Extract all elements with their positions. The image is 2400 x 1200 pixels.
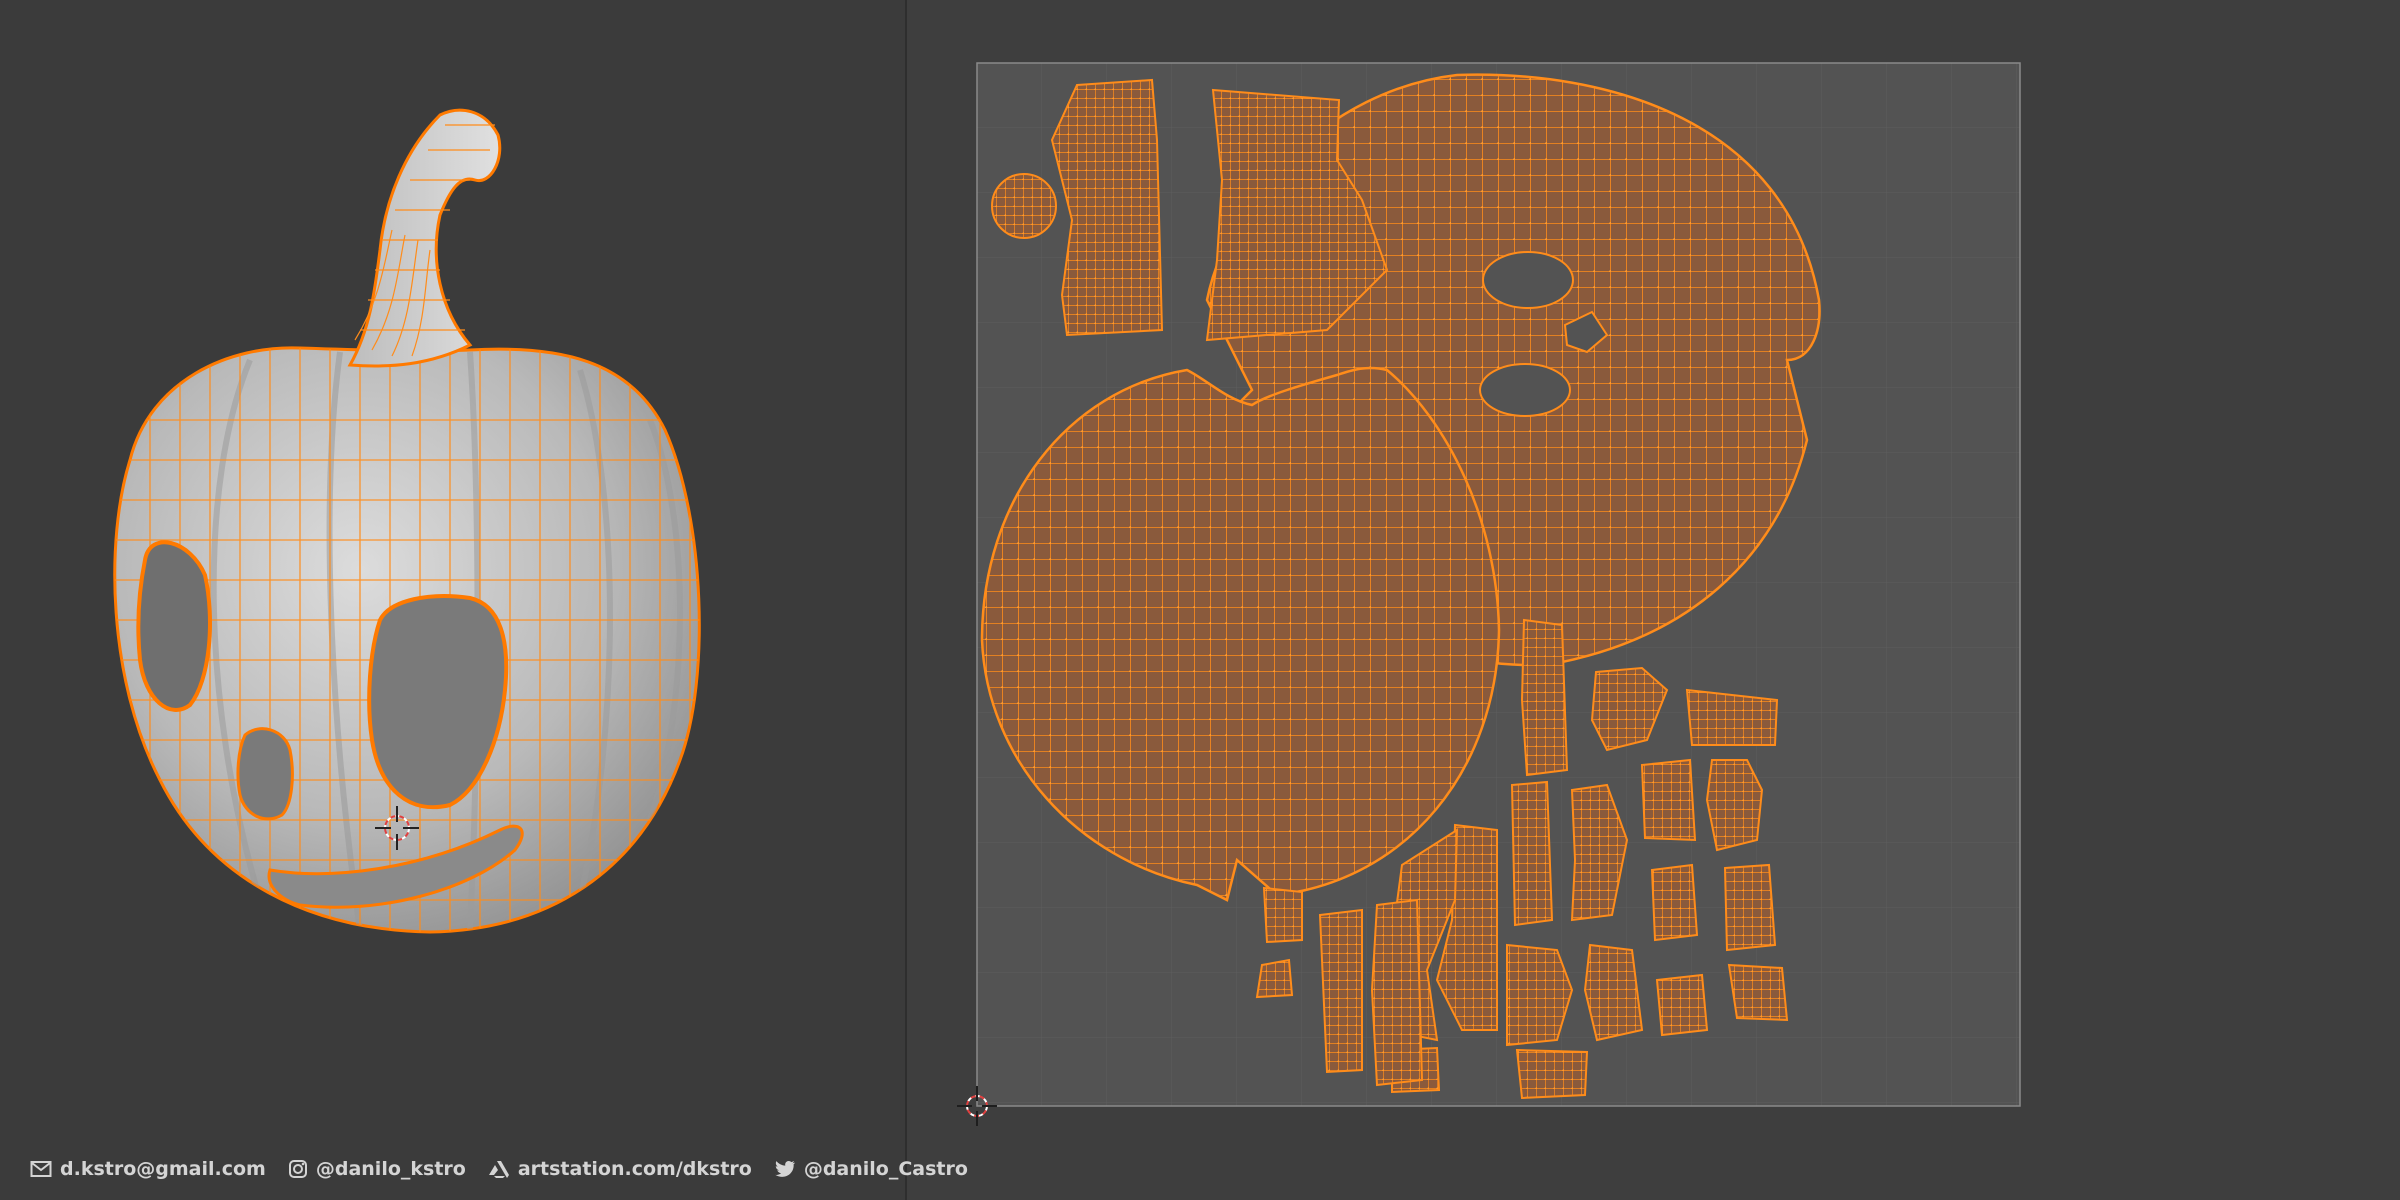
3d-viewport[interactable] — [0, 0, 905, 1200]
contact-email-text: d.kstro@gmail.com — [60, 1158, 266, 1180]
uv-island-stem-cap[interactable] — [991, 173, 1057, 239]
uv-island-stem-a[interactable] — [1050, 78, 1164, 337]
contact-twitter-text: @danilo_Castro — [803, 1158, 968, 1180]
pumpkin-model[interactable] — [0, 0, 905, 1200]
contact-twitter[interactable]: @danilo_Castro — [774, 1158, 968, 1180]
contact-artstation-text: artstation.com/dkstro — [517, 1158, 752, 1180]
contact-instagram[interactable]: @danilo_kstro — [288, 1158, 466, 1180]
uv-layout[interactable] — [907, 0, 2400, 1200]
nose-hole — [236, 727, 294, 821]
instagram-icon — [288, 1160, 307, 1178]
contact-artstation[interactable]: artstation.com/dkstro — [488, 1158, 752, 1180]
contact-email[interactable]: d.kstro@gmail.com — [30, 1158, 266, 1180]
twitter-icon — [775, 1160, 795, 1177]
artstation-icon — [488, 1161, 509, 1178]
contact-instagram-text: @danilo_kstro — [315, 1158, 466, 1180]
uv-editor[interactable] — [907, 0, 2400, 1200]
pumpkin-stem — [347, 108, 502, 368]
contact-footer: d.kstro@gmail.com @danilo_kstro artstati… — [30, 1156, 968, 1182]
envelope-icon — [30, 1161, 52, 1177]
left-eye-hole — [136, 540, 212, 712]
